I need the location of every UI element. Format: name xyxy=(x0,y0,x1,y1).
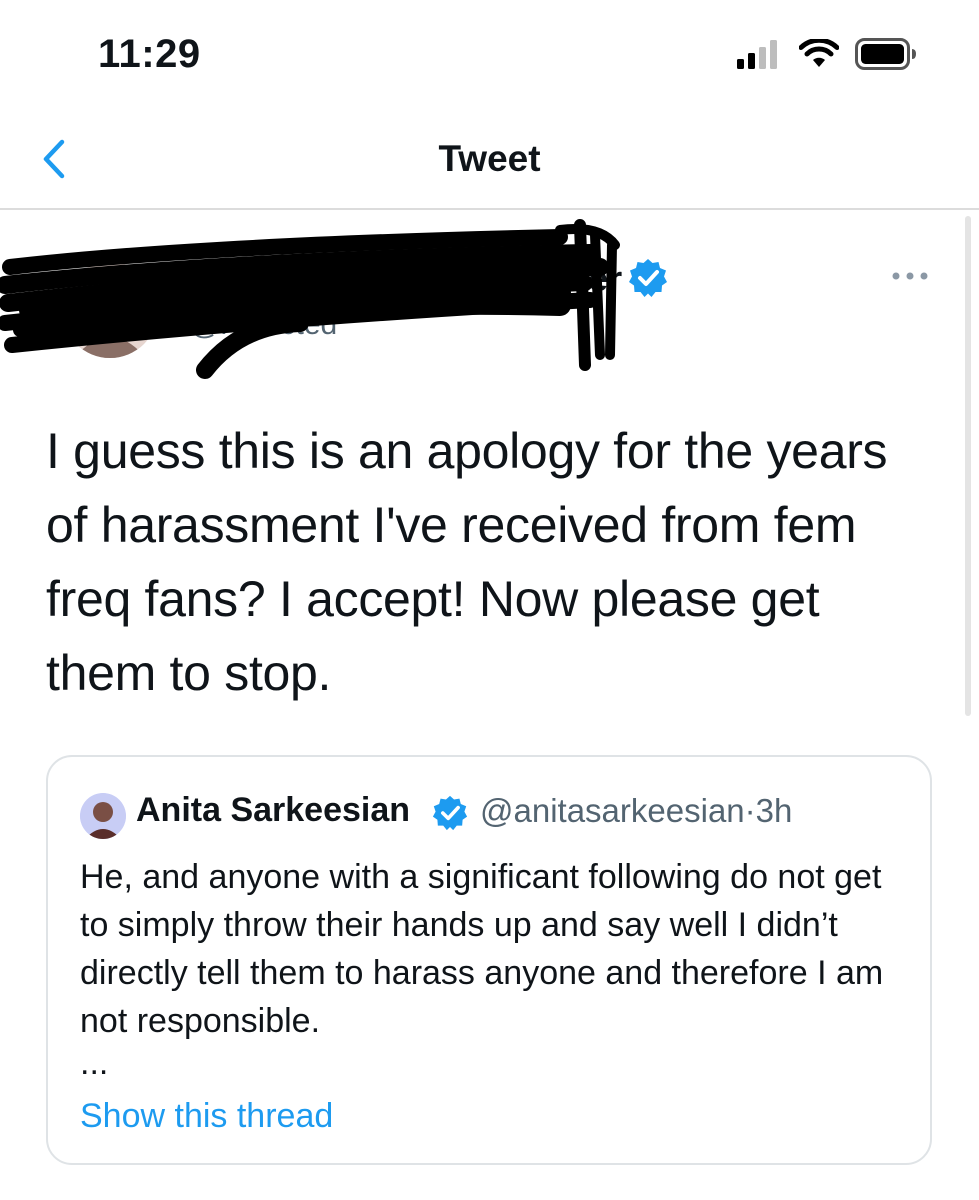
page-title: Tweet xyxy=(438,138,541,179)
quoted-handle-time: @anitasarkeesian·3h xyxy=(480,792,792,830)
status-bar: 11:29 xyxy=(0,0,979,110)
scroll-indicator[interactable] xyxy=(965,216,971,716)
status-icons xyxy=(737,38,917,70)
quoted-ellipsis: ... xyxy=(80,1044,109,1082)
quoted-author-name: Anita Sarkeesian xyxy=(136,791,411,829)
ellipsis-icon xyxy=(892,272,928,280)
quoted-tweet-text: He, and anyone with a significant follow… xyxy=(80,858,884,1040)
more-options-button[interactable] xyxy=(890,258,930,294)
battery-icon xyxy=(855,38,916,70)
avatar-image xyxy=(80,793,126,839)
wifi-icon xyxy=(799,39,839,67)
quoted-tweet[interactable]: Anita Sarkeesian @anitasarkeesian·3h He,… xyxy=(46,755,932,1165)
show-thread-link[interactable]: Show this thread xyxy=(80,1097,333,1136)
quoted-handle: @anitasarkeesian xyxy=(480,792,745,829)
quoted-time: 3h xyxy=(755,792,793,829)
redaction-scribble xyxy=(0,219,620,379)
signal-icon xyxy=(737,40,777,69)
verified-badge-icon xyxy=(432,795,468,831)
quoted-separator: · xyxy=(744,792,756,829)
nav-bar: Tweet xyxy=(0,110,979,210)
quoted-author-avatar[interactable] xyxy=(80,793,126,839)
tweet-text: I guess this is an apology for the years… xyxy=(46,423,888,701)
status-time: 11:29 xyxy=(98,32,201,76)
